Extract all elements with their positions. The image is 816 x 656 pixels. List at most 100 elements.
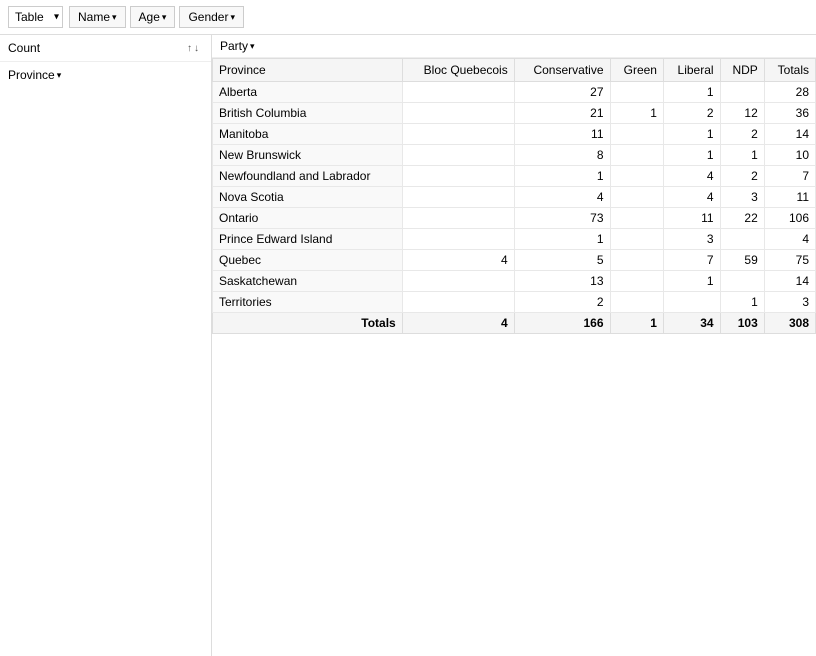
name-filter-button[interactable]: Name ▾: [69, 6, 126, 28]
totals-conservative: 166: [514, 313, 610, 334]
right-panel: Party ▾ Province Bloc Quebecois Conserva…: [212, 35, 816, 656]
province-cell: Manitoba: [213, 124, 403, 145]
province-cell: Ontario: [213, 208, 403, 229]
ndp-cell: 2: [720, 124, 764, 145]
totals-cell: 3: [764, 292, 815, 313]
totals-cell: 106: [764, 208, 815, 229]
sort-down-icon[interactable]: ↓: [194, 43, 199, 54]
totals-total: 308: [764, 313, 815, 334]
totals-cell: 11: [764, 187, 815, 208]
conservative-cell: 4: [514, 187, 610, 208]
province-cell: Alberta: [213, 82, 403, 103]
gender-filter-button[interactable]: Gender ▾: [179, 6, 244, 28]
ndp-cell: 22: [720, 208, 764, 229]
green-cell: [610, 271, 663, 292]
totals-column-header: Totals: [764, 59, 815, 82]
bloc-cell: [402, 166, 514, 187]
totals-cell: 4: [764, 229, 815, 250]
green-cell: [610, 187, 663, 208]
bloc-cell: [402, 187, 514, 208]
totals-ndp: 103: [720, 313, 764, 334]
liberal-cell: 3: [663, 229, 720, 250]
party-arrow-icon: ▾: [250, 41, 255, 52]
province-cell: New Brunswick: [213, 145, 403, 166]
totals-row-label: Totals: [213, 313, 403, 334]
conservative-cell: 5: [514, 250, 610, 271]
age-filter-button[interactable]: Age ▾: [130, 6, 176, 28]
gender-filter-label: Gender: [188, 10, 228, 24]
liberal-cell: 1: [663, 271, 720, 292]
ndp-column-header: NDP: [720, 59, 764, 82]
table-row: British Columbia21121236: [213, 103, 816, 124]
sort-up-icon[interactable]: ↑: [187, 43, 192, 54]
conservative-cell: 1: [514, 229, 610, 250]
green-cell: [610, 250, 663, 271]
sort-icons[interactable]: ↑ ↓: [187, 43, 199, 54]
table-row: Territories213: [213, 292, 816, 313]
bloc-cell: [402, 292, 514, 313]
conservative-cell: 11: [514, 124, 610, 145]
province-filter-label: Province: [8, 68, 55, 82]
age-filter-arrow: ▾: [162, 12, 167, 23]
table-select-wrapper[interactable]: Table: [8, 6, 63, 28]
count-row: Count ↑ ↓: [0, 35, 211, 62]
top-bar: Table Name ▾ Age ▾ Gender ▾: [0, 0, 816, 35]
table-row: Newfoundland and Labrador1427: [213, 166, 816, 187]
green-cell: [610, 292, 663, 313]
conservative-column-header: Conservative: [514, 59, 610, 82]
left-panel: Count ↑ ↓ Province ▾: [0, 35, 212, 656]
conservative-cell: 73: [514, 208, 610, 229]
liberal-cell: 11: [663, 208, 720, 229]
liberal-cell: 1: [663, 145, 720, 166]
table-row: Quebec4575975: [213, 250, 816, 271]
table-select[interactable]: Table: [8, 6, 63, 28]
green-column-header: Green: [610, 59, 663, 82]
ndp-cell: [720, 229, 764, 250]
liberal-cell: 4: [663, 166, 720, 187]
green-cell: 1: [610, 103, 663, 124]
conservative-cell: 21: [514, 103, 610, 124]
province-cell: Territories: [213, 292, 403, 313]
province-cell: British Columbia: [213, 103, 403, 124]
table-row: Prince Edward Island 1 3 4: [213, 229, 816, 250]
table-row: New Brunswick81110: [213, 145, 816, 166]
ndp-cell: [720, 82, 764, 103]
bloc-cell: [402, 271, 514, 292]
bloc-cell: 4: [402, 250, 514, 271]
totals-cell: 10: [764, 145, 815, 166]
green-cell: [610, 82, 663, 103]
name-filter-label: Name: [78, 10, 110, 24]
green-cell: [610, 229, 663, 250]
conservative-cell: 8: [514, 145, 610, 166]
liberal-cell: 4: [663, 187, 720, 208]
totals-liberal: 34: [663, 313, 720, 334]
table-row: Saskatchewan 13 1 14: [213, 271, 816, 292]
bloc-cell: [402, 124, 514, 145]
liberal-cell: 1: [663, 82, 720, 103]
province-cell: Saskatchewan: [213, 271, 403, 292]
totals-bloc: 4: [402, 313, 514, 334]
table-row: Nova Scotia44311: [213, 187, 816, 208]
totals-cell: 75: [764, 250, 815, 271]
party-label: Party: [220, 39, 248, 53]
province-column-header: Province: [213, 59, 403, 82]
bloc-column-header: Bloc Quebecois: [402, 59, 514, 82]
main-content: Count ↑ ↓ Province ▾ Party ▾: [0, 35, 816, 656]
bloc-cell: [402, 208, 514, 229]
table-row: Manitoba111214: [213, 124, 816, 145]
ndp-cell: 3: [720, 187, 764, 208]
province-cell: Prince Edward Island: [213, 229, 403, 250]
conservative-cell: 13: [514, 271, 610, 292]
bloc-cell: [402, 82, 514, 103]
province-filter[interactable]: Province ▾: [0, 62, 211, 88]
age-filter-label: Age: [139, 10, 160, 24]
party-header-row: Party ▾: [212, 35, 816, 58]
gender-filter-arrow: ▾: [230, 12, 235, 23]
filter-buttons: Name ▾ Age ▾ Gender ▾: [69, 6, 244, 28]
green-cell: [610, 145, 663, 166]
bloc-cell: [402, 103, 514, 124]
ndp-cell: 1: [720, 292, 764, 313]
totals-green: 1: [610, 313, 663, 334]
totals-cell: 14: [764, 271, 815, 292]
bloc-cell: [402, 145, 514, 166]
